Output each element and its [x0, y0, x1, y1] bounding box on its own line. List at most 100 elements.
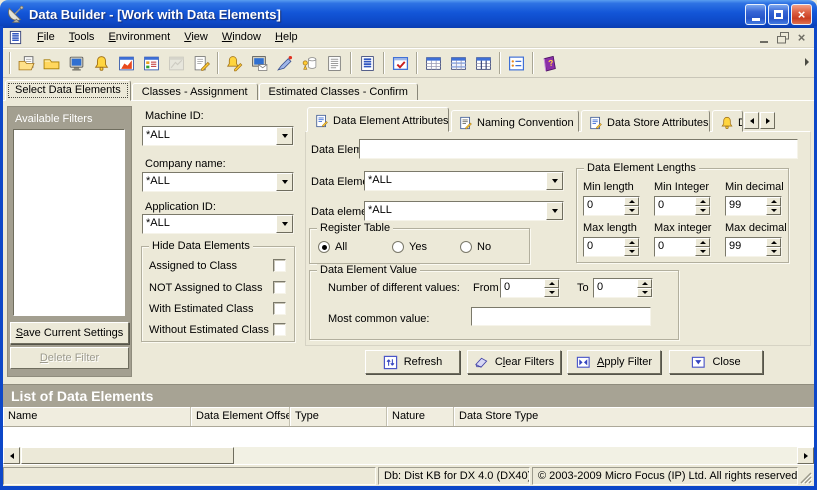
- spin-down-icon[interactable]: [766, 247, 781, 256]
- chevron-down-icon[interactable]: [276, 173, 293, 191]
- spin-down-icon[interactable]: [624, 206, 639, 215]
- spin-up-icon[interactable]: [766, 238, 781, 247]
- spin-up-icon[interactable]: [695, 238, 710, 247]
- column-header-nature[interactable]: Nature: [387, 407, 454, 426]
- machine-id-combo[interactable]: *ALL: [142, 126, 294, 146]
- company-name-combo[interactable]: *ALL: [142, 172, 294, 192]
- hide-not-assigned-checkbox[interactable]: [273, 281, 286, 294]
- spin-up-icon[interactable]: [624, 197, 639, 206]
- list-icon[interactable]: [322, 51, 347, 75]
- register-table-all-option[interactable]: All: [318, 241, 347, 253]
- chevron-down-icon[interactable]: [546, 172, 563, 190]
- tab-classes-assignment[interactable]: Classes - Assignment: [132, 83, 258, 101]
- spin-down-icon[interactable]: [544, 288, 559, 297]
- spin-up-icon[interactable]: [766, 197, 781, 206]
- menu-tools[interactable]: Tools: [62, 29, 102, 46]
- chevron-down-icon[interactable]: [276, 127, 293, 145]
- monitor-icon[interactable]: [64, 51, 89, 75]
- menu-view[interactable]: View: [177, 29, 215, 46]
- tab-data-store-attributes[interactable]: Data Store Attributes: [581, 110, 710, 132]
- tab-scroll-right-icon[interactable]: [760, 112, 775, 129]
- max-length-spinner[interactable]: 0: [583, 237, 640, 257]
- menu-environment[interactable]: Environment: [101, 29, 177, 46]
- monitor-mail-icon[interactable]: [247, 51, 272, 75]
- column-header-name[interactable]: Name: [3, 407, 191, 426]
- close-window-button[interactable]: Close: [669, 350, 763, 374]
- spin-up-icon[interactable]: [695, 197, 710, 206]
- mdi-close-button[interactable]: ×: [793, 30, 810, 45]
- bell-edit-icon[interactable]: [222, 51, 247, 75]
- scrollbar-thumb[interactable]: [21, 447, 234, 464]
- mdi-minimize-button[interactable]: [755, 30, 772, 45]
- register-table-no-option[interactable]: No: [460, 241, 491, 253]
- scroll-right-icon[interactable]: [797, 447, 814, 464]
- data-element-nature-combo[interactable]: *ALL: [364, 201, 564, 221]
- column-header-offset[interactable]: Data Element Offset: [191, 407, 290, 426]
- table-columns-icon[interactable]: [471, 51, 496, 75]
- min-length-spinner[interactable]: 0: [583, 196, 640, 216]
- spin-up-icon[interactable]: [624, 238, 639, 247]
- min-decimal-spinner[interactable]: 99: [725, 196, 782, 216]
- spin-up-icon[interactable]: [637, 279, 652, 288]
- tab-data-truncated[interactable]: Data: [712, 110, 743, 132]
- horizontal-scrollbar[interactable]: [3, 447, 814, 464]
- mdi-restore-button[interactable]: [774, 30, 791, 45]
- form-window-icon[interactable]: [139, 51, 164, 75]
- resize-grip-icon[interactable]: [798, 470, 813, 485]
- data-element-type-combo[interactable]: *ALL: [364, 171, 564, 191]
- hide-with-estimated-checkbox[interactable]: [273, 302, 286, 315]
- bell-icon[interactable]: [89, 51, 114, 75]
- close-button[interactable]: ×: [791, 4, 812, 25]
- hide-assigned-checkbox[interactable]: [273, 259, 286, 272]
- max-decimal-spinner[interactable]: 99: [725, 237, 782, 257]
- spin-down-icon[interactable]: [695, 206, 710, 215]
- tab-scroll-left-icon[interactable]: [744, 112, 759, 129]
- most-common-value-input[interactable]: [471, 307, 651, 326]
- radio-icon[interactable]: [318, 241, 330, 253]
- filters-listbox[interactable]: [13, 129, 125, 316]
- chevron-down-icon[interactable]: [546, 202, 563, 220]
- application-id-combo[interactable]: *ALL: [142, 214, 294, 234]
- properties-icon[interactable]: [504, 51, 529, 75]
- to-spinner[interactable]: 0: [593, 278, 653, 298]
- min-integer-spinner[interactable]: 0: [654, 196, 711, 216]
- from-spinner[interactable]: 0: [500, 278, 560, 298]
- table-rows-icon[interactable]: [446, 51, 471, 75]
- clear-filters-button[interactable]: Clear Filters: [467, 350, 561, 374]
- data-elements-list[interactable]: [3, 427, 814, 464]
- chart-window-icon[interactable]: [114, 51, 139, 75]
- save-current-settings-button[interactable]: Save Current Settings: [10, 322, 129, 344]
- edit-document-icon[interactable]: [189, 51, 214, 75]
- spin-up-icon[interactable]: [544, 279, 559, 288]
- checklist-window-icon[interactable]: [388, 51, 413, 75]
- apply-filter-button[interactable]: Apply Filter: [567, 350, 661, 374]
- spin-down-icon[interactable]: [695, 247, 710, 256]
- scroll-left-icon[interactable]: [3, 447, 20, 464]
- maximize-button[interactable]: [768, 4, 789, 25]
- spin-down-icon[interactable]: [624, 247, 639, 256]
- refresh-button[interactable]: Refresh: [365, 350, 460, 374]
- menu-help[interactable]: Help: [268, 29, 305, 46]
- cleanup-icon[interactable]: [297, 51, 322, 75]
- menu-window[interactable]: Window: [215, 29, 268, 46]
- spin-down-icon[interactable]: [637, 288, 652, 297]
- folder-icon[interactable]: [39, 51, 64, 75]
- tab-naming-convention[interactable]: Naming Convention: [451, 110, 579, 132]
- blue-list-icon[interactable]: [355, 51, 380, 75]
- tab-data-element-attributes[interactable]: Data Element Attributes: [307, 107, 449, 132]
- help-book-icon[interactable]: ?: [537, 51, 562, 75]
- open-document-icon[interactable]: [14, 51, 39, 75]
- menu-file[interactable]: File: [30, 29, 62, 46]
- tab-select-data-elements[interactable]: Select Data Elements: [5, 80, 131, 101]
- max-integer-spinner[interactable]: 0: [654, 237, 711, 257]
- column-header-type[interactable]: Type: [290, 407, 387, 426]
- table-header-icon[interactable]: [421, 51, 446, 75]
- hide-without-estimated-checkbox[interactable]: [273, 323, 286, 336]
- radio-icon[interactable]: [460, 241, 472, 253]
- spin-down-icon[interactable]: [766, 206, 781, 215]
- tab-estimated-classes-confirm[interactable]: Estimated Classes - Confirm: [259, 83, 418, 101]
- radio-icon[interactable]: [392, 241, 404, 253]
- minimize-button[interactable]: [745, 4, 766, 25]
- data-element-name-input[interactable]: [359, 139, 798, 159]
- toolbar-overflow-arrow[interactable]: [805, 58, 809, 66]
